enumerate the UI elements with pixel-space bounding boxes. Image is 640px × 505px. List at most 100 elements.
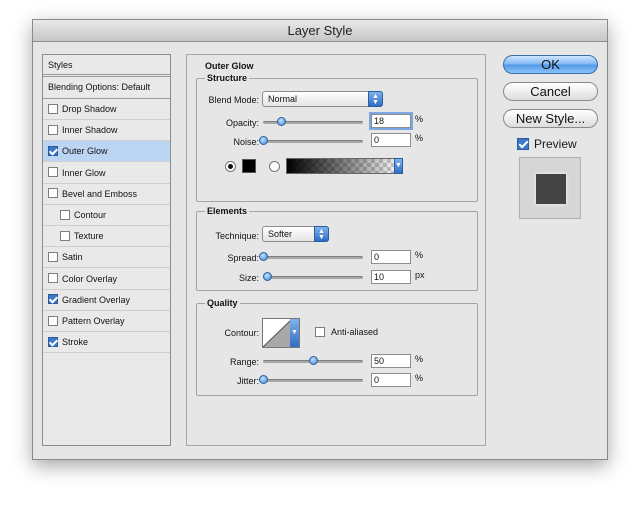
- style-item-inner-shadow[interactable]: Inner Shadow: [43, 120, 170, 142]
- blend-mode-label: Blend Mode:: [208, 95, 259, 105]
- quality-group: Quality Contour: ▼ Anti-aliased Range: 5…: [196, 298, 478, 396]
- style-item-label: Drop Shadow: [62, 104, 117, 114]
- updown-arrow-icon: ▲ ▼: [314, 226, 329, 242]
- glow-gradient-picker[interactable]: ▼: [286, 158, 403, 174]
- range-unit: %: [415, 354, 424, 364]
- noise-label: Noise:: [233, 137, 259, 147]
- range-slider-thumb[interactable]: [309, 356, 318, 365]
- style-checkbox[interactable]: [48, 294, 58, 305]
- style-item-stroke[interactable]: Stroke: [43, 332, 170, 354]
- solid-color-radio[interactable]: [225, 161, 236, 172]
- noise-slider[interactable]: [259, 136, 363, 146]
- size-unit: px: [415, 270, 425, 280]
- anti-aliased-checkbox[interactable]: [315, 327, 325, 337]
- style-item-outer-glow[interactable]: Outer Glow: [43, 141, 170, 163]
- style-checkbox[interactable]: [48, 252, 58, 263]
- opacity-slider-thumb[interactable]: [277, 117, 286, 126]
- contour-picker[interactable]: ▼: [262, 318, 300, 348]
- jitter-field[interactable]: 0: [371, 373, 411, 387]
- spread-slider-thumb[interactable]: [259, 252, 268, 261]
- technique-label: Technique:: [215, 231, 259, 241]
- size-field[interactable]: 10: [371, 270, 411, 284]
- opacity-unit: %: [415, 114, 424, 124]
- style-item-bevel-and-emboss[interactable]: Bevel and Emboss: [43, 184, 170, 205]
- style-checkbox[interactable]: [48, 188, 58, 199]
- style-checkbox[interactable]: [60, 209, 70, 220]
- style-checkbox[interactable]: [48, 124, 58, 135]
- noise-field[interactable]: 0: [371, 133, 411, 147]
- spread-field[interactable]: 0: [371, 250, 411, 264]
- cancel-button[interactable]: Cancel: [503, 82, 598, 101]
- style-checkbox[interactable]: [48, 315, 58, 326]
- style-checkbox[interactable]: [48, 273, 58, 284]
- styles-header[interactable]: Styles: [43, 55, 170, 77]
- noise-unit: %: [415, 133, 424, 143]
- style-checkbox[interactable]: [48, 336, 58, 347]
- preview-square: [536, 174, 566, 204]
- style-item-gradient-overlay[interactable]: Gradient Overlay: [43, 290, 170, 311]
- size-slider-thumb[interactable]: [263, 272, 272, 281]
- style-checkbox[interactable]: [48, 103, 58, 114]
- structure-title: Structure: [205, 73, 250, 83]
- range-label: Range:: [229, 357, 259, 367]
- technique-select[interactable]: Softer ▲ ▼: [262, 226, 329, 242]
- structure-group: Structure Blend Mode: Normal ▲ ▼ Opacity:…: [196, 73, 478, 202]
- style-item-pattern-overlay[interactable]: Pattern Overlay: [43, 311, 170, 332]
- opacity-slider[interactable]: [263, 117, 363, 127]
- elements-group: Elements Technique: Softer ▲ ▼ Spread: 0 …: [196, 206, 478, 291]
- style-item-label: Texture: [74, 231, 104, 242]
- size-label: Size:: [238, 273, 259, 283]
- blend-mode-select[interactable]: Normal ▲ ▼: [262, 91, 383, 107]
- jitter-slider-thumb[interactable]: [259, 375, 268, 384]
- style-checkbox[interactable]: [48, 167, 58, 178]
- style-item-label: Outer Glow: [62, 146, 108, 157]
- style-item-drop-shadow[interactable]: Drop Shadow: [43, 99, 170, 120]
- style-item-satin[interactable]: Satin: [43, 247, 170, 269]
- style-checkbox[interactable]: [60, 230, 70, 241]
- outer-glow-panel: Outer Glow Structure Blend Mode: Normal …: [186, 54, 486, 446]
- style-item-inner-glow[interactable]: Inner Glow: [43, 163, 170, 184]
- contour-curve-icon: [263, 319, 293, 347]
- elements-title: Elements: [205, 206, 250, 216]
- anti-aliased-label: Anti-aliased: [331, 327, 379, 337]
- window-title: Layer Style: [33, 20, 607, 42]
- jitter-unit: %: [415, 373, 424, 383]
- new-style-button[interactable]: New Style...: [503, 109, 598, 128]
- spread-unit: %: [415, 250, 424, 260]
- preview-checkbox[interactable]: [517, 137, 529, 150]
- blend-mode-value: Normal: [268, 94, 298, 104]
- spread-label: Spread:: [227, 253, 259, 263]
- opacity-field[interactable]: 18: [369, 112, 413, 130]
- preview-label: Preview: [534, 137, 577, 151]
- gradient-radio[interactable]: [269, 161, 280, 172]
- range-slider[interactable]: [263, 356, 363, 366]
- opacity-label: Opacity:: [225, 118, 259, 128]
- blending-options-item[interactable]: Blending Options: Default: [43, 77, 170, 99]
- range-field[interactable]: 50: [371, 354, 411, 368]
- style-item-texture[interactable]: Texture: [43, 226, 170, 248]
- technique-value: Softer: [268, 229, 293, 239]
- spread-slider[interactable]: [259, 252, 363, 262]
- style-item-label: Pattern Overlay: [62, 316, 125, 326]
- style-item-label: Color Overlay: [62, 273, 118, 284]
- updown-arrow-icon: ▲ ▼: [368, 91, 383, 107]
- style-item-label: Contour: [74, 210, 107, 220]
- glow-color-swatch[interactable]: [242, 159, 256, 173]
- jitter-label: Jitter:: [236, 376, 259, 386]
- style-checkbox[interactable]: [48, 146, 58, 157]
- noise-slider-thumb[interactable]: [259, 136, 268, 145]
- style-item-contour[interactable]: Contour: [43, 205, 170, 226]
- jitter-slider-track: [263, 379, 363, 382]
- size-slider[interactable]: [263, 272, 363, 282]
- style-item-label: Inner Shadow: [62, 125, 118, 136]
- size-slider-track: [263, 276, 363, 279]
- dropdown-arrow-icon: ▼: [290, 319, 299, 347]
- preview-toggle[interactable]: Preview: [517, 137, 577, 151]
- style-preview-thumbnail: [519, 157, 581, 219]
- spread-slider-track: [263, 256, 363, 259]
- style-item-color-overlay[interactable]: Color Overlay: [43, 269, 170, 290]
- outer-glow-title: Outer Glow: [205, 61, 254, 71]
- jitter-slider[interactable]: [259, 375, 363, 385]
- ok-button[interactable]: OK: [503, 55, 598, 74]
- contour-label: Contour:: [224, 328, 259, 338]
